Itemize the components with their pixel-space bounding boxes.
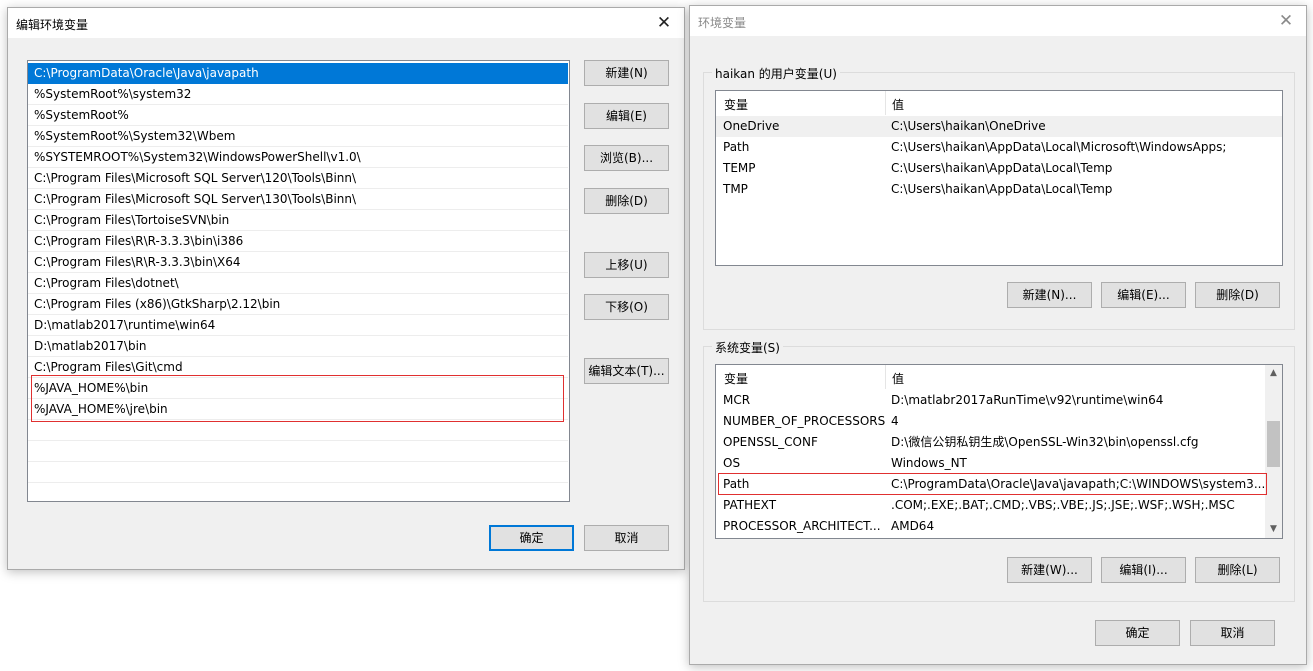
column-header-name[interactable]: 变量 xyxy=(724,96,748,113)
edit-path-button[interactable]: 编辑(E) xyxy=(584,103,669,129)
env-dialog-titlebar[interactable]: 环境变量 ✕ xyxy=(690,6,1306,36)
scroll-up-arrow-icon[interactable]: ▲ xyxy=(1265,365,1282,382)
column-header-name[interactable]: 变量 xyxy=(724,370,748,387)
system-delete-button[interactable]: 删除(L) xyxy=(1195,557,1280,583)
close-icon[interactable]: ✕ xyxy=(1276,11,1296,31)
table-row[interactable]: OPENSSL_CONF D:\微信公钥私钥生成\OpenSSL-Win32\bi… xyxy=(716,432,1264,453)
table-row[interactable]: MCR D:\matlabr2017aRunTime\v92\runtime\wi… xyxy=(716,390,1264,411)
variable-value: AMD64 xyxy=(891,519,935,533)
path-list-empty-row[interactable] xyxy=(28,420,568,441)
system-new-button[interactable]: 新建(W)... xyxy=(1007,557,1092,583)
path-list-item[interactable]: D:\matlab2017\bin xyxy=(28,336,568,357)
column-header-value[interactable]: 值 xyxy=(892,370,904,387)
scroll-down-arrow-icon[interactable]: ▼ xyxy=(1265,521,1282,538)
new-path-button[interactable]: 新建(N) xyxy=(584,60,669,86)
table-row[interactable]: TEMP C:\Users\haikan\AppData\Local\Temp xyxy=(716,158,1282,179)
variable-value: Windows_NT xyxy=(891,456,967,470)
cancel-button[interactable]: 取消 xyxy=(584,525,669,551)
edit-dialog-title: 编辑环境变量 xyxy=(16,18,89,32)
ok-button[interactable]: 确定 xyxy=(1095,620,1180,646)
path-list-item[interactable]: C:\Program Files\R\R-3.3.3\bin\X64 xyxy=(28,252,568,273)
user-vars-table-header: 变量 值 xyxy=(716,91,1264,115)
cancel-button[interactable]: 取消 xyxy=(1190,620,1275,646)
ok-button[interactable]: 确定 xyxy=(489,525,574,551)
path-list-empty-row[interactable] xyxy=(28,483,568,501)
variable-value: C:\Users\haikan\OneDrive xyxy=(891,119,1046,133)
variable-name: TEMP xyxy=(723,161,756,175)
delete-path-button[interactable]: 删除(D) xyxy=(584,188,669,214)
path-list-empty-row[interactable] xyxy=(28,462,568,483)
java-home-highlight-box xyxy=(31,375,564,422)
path-list-item[interactable]: C:\Program Files\R\R-3.3.3\bin\i386 xyxy=(28,231,568,252)
user-delete-button[interactable]: 删除(D) xyxy=(1195,282,1280,308)
variable-name: PROCESSOR_ARCHITECT... xyxy=(723,519,881,533)
variable-name: Path xyxy=(723,140,750,154)
variable-value: C:\Users\haikan\AppData\Local\Temp xyxy=(891,182,1113,196)
variable-value: D:\matlabr2017aRunTime\v92\runtime\win64 xyxy=(891,393,1164,407)
variable-name: PATHEXT xyxy=(723,498,777,512)
browse-path-button[interactable]: 浏览(B)... xyxy=(584,145,669,171)
column-separator[interactable] xyxy=(885,91,886,115)
path-list-empty-row[interactable] xyxy=(28,441,568,462)
variable-value: D:\微信公钥私钥生成\OpenSSL-Win32\bin\openssl.cf… xyxy=(891,435,1199,449)
env-vars-dialog: 环境变量 ✕ haikan 的用户变量(U) 变量 值 OneDrive C:\U… xyxy=(689,5,1307,665)
close-icon[interactable]: ✕ xyxy=(654,13,674,33)
path-list-item[interactable]: %SystemRoot% xyxy=(28,105,568,126)
path-list-item[interactable]: C:\ProgramData\Oracle\Java\javapath xyxy=(28,63,568,84)
path-list[interactable]: C:\ProgramData\Oracle\Java\javapath %Syst… xyxy=(27,60,570,502)
variable-name: OneDrive xyxy=(723,119,780,133)
edit-text-button[interactable]: 编辑文本(T)... xyxy=(584,358,669,384)
system-path-highlight-box xyxy=(718,473,1267,495)
scroll-thumb[interactable] xyxy=(1267,421,1280,467)
move-up-button[interactable]: 上移(U) xyxy=(584,252,669,278)
variable-value: 4 xyxy=(891,414,899,428)
user-new-button[interactable]: 新建(N)... xyxy=(1007,282,1092,308)
user-edit-button[interactable]: 编辑(E)... xyxy=(1101,282,1186,308)
variable-value: C:\Users\haikan\AppData\Local\Microsoft\… xyxy=(891,140,1227,154)
variable-value: .COM;.EXE;.BAT;.CMD;.VBS;.VBE;.JS;.JSE;.… xyxy=(891,498,1235,512)
env-dialog-title: 环境变量 xyxy=(698,16,747,30)
variable-name: OPENSSL_CONF xyxy=(723,435,818,449)
path-list-item[interactable]: C:\Program Files\Microsoft SQL Server\12… xyxy=(28,168,568,189)
table-row[interactable]: OS Windows_NT xyxy=(716,453,1264,474)
path-list-item[interactable]: %SystemRoot%\System32\Wbem xyxy=(28,126,568,147)
table-row[interactable]: PATHEXT .COM;.EXE;.BAT;.CMD;.VBS;.VBE;.JS… xyxy=(716,495,1264,516)
path-list-item[interactable]: %SystemRoot%\system32 xyxy=(28,84,568,105)
edit-env-var-dialog: 编辑环境变量 ✕ C:\ProgramData\Oracle\Java\java… xyxy=(7,7,685,570)
path-list-item[interactable]: C:\Program Files\TortoiseSVN\bin xyxy=(28,210,568,231)
variable-name: NUMBER_OF_PROCESSORS xyxy=(723,414,886,428)
variable-name: TMP xyxy=(723,182,748,196)
system-vars-group-title: 系统变量(S) xyxy=(712,339,783,356)
system-edit-button[interactable]: 编辑(I)... xyxy=(1101,557,1186,583)
column-separator[interactable] xyxy=(885,365,886,389)
variable-value: C:\Users\haikan\AppData\Local\Temp xyxy=(891,161,1113,175)
system-vars-scrollbar[interactable]: ▲ ▼ xyxy=(1265,365,1282,538)
system-vars-table-header: 变量 值 xyxy=(716,365,1264,389)
variable-name: OS xyxy=(723,456,741,470)
user-vars-group-title: haikan 的用户变量(U) xyxy=(712,65,840,82)
path-list-item[interactable]: C:\Program Files (x86)\GtkSharp\2.12\bin xyxy=(28,294,568,315)
path-list-item[interactable]: %SYSTEMROOT%\System32\WindowsPowerShell\… xyxy=(28,147,568,168)
column-header-value[interactable]: 值 xyxy=(892,96,904,113)
move-down-button[interactable]: 下移(O) xyxy=(584,294,669,320)
table-row[interactable]: NUMBER_OF_PROCESSORS 4 xyxy=(716,411,1264,432)
system-vars-table[interactable]: 变量 值 MCR D:\matlabr2017aRunTime\v92\runti… xyxy=(715,364,1283,539)
user-vars-table[interactable]: 变量 值 OneDrive C:\Users\haikan\OneDrive Pat… xyxy=(715,90,1283,266)
table-row[interactable]: PROCESSOR_ARCHITECT... AMD64 xyxy=(716,516,1264,537)
path-list-item[interactable]: D:\matlab2017\runtime\win64 xyxy=(28,315,568,336)
variable-name: MCR xyxy=(723,393,751,407)
path-list-item[interactable]: C:\Program Files\dotnet\ xyxy=(28,273,568,294)
table-row[interactable]: Path C:\Users\haikan\AppData\Local\Micros… xyxy=(716,137,1282,158)
edit-dialog-titlebar[interactable]: 编辑环境变量 ✕ xyxy=(8,8,684,38)
table-row[interactable]: TMP C:\Users\haikan\AppData\Local\Temp xyxy=(716,179,1282,200)
table-row[interactable]: OneDrive C:\Users\haikan\OneDrive xyxy=(716,116,1282,137)
path-list-item[interactable]: C:\Program Files\Microsoft SQL Server\13… xyxy=(28,189,568,210)
